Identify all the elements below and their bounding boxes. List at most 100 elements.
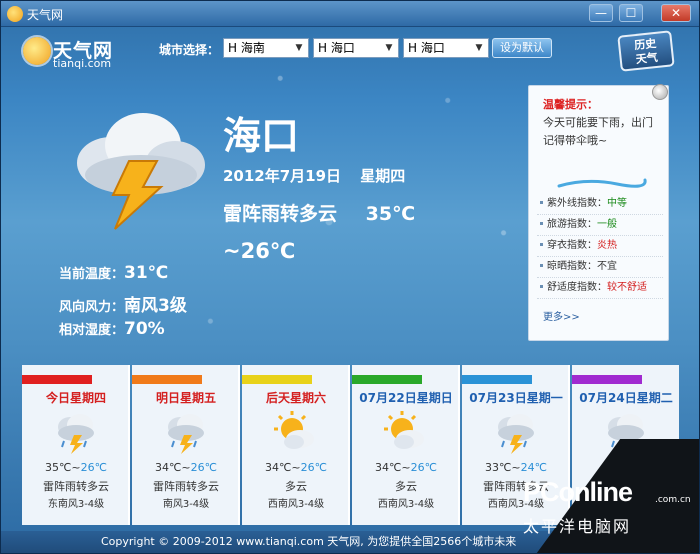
index-name: 旅游指数： [547, 219, 597, 230]
day-label: 后天星期六 [265, 391, 326, 405]
watermark-cn: 太平洋电脑网 [523, 517, 632, 536]
chevron-down-icon: ▼ [475, 43, 483, 53]
day-temps: 34℃~26℃ [132, 461, 240, 474]
bullet-icon [540, 242, 543, 246]
index-item[interactable]: 紫外线指数：中等 [537, 194, 663, 215]
day-color-bar [352, 375, 422, 384]
watermark-brand: PConline [523, 477, 633, 507]
day-high: 34℃~ [265, 461, 301, 474]
current-high: 35℃ [365, 203, 416, 225]
index-item[interactable]: 舒适度指数：较不舒适 [537, 278, 663, 299]
province-value: H 海南 [228, 41, 265, 55]
current-stats: 当前温度：31℃ 风向风力：南风3级 相对湿度：70% [59, 263, 187, 347]
minimize-button[interactable]: — [589, 4, 613, 22]
day-temps: 34℃~26℃ [352, 461, 460, 474]
bullet-icon [540, 284, 543, 288]
chevron-down-icon: ▼ [385, 43, 393, 53]
day-high: 35℃~ [45, 461, 81, 474]
pconline-watermark: PConline .com.cn 太平洋电脑网 [499, 439, 699, 553]
day-color-bar [22, 375, 92, 384]
day-temps: 35℃~26℃ [22, 461, 130, 474]
stat-row: 风向风力：南风3级 [59, 291, 187, 319]
day-condition: 多云 [285, 480, 307, 493]
forecast-day[interactable]: 明日星期五 34℃~26℃ 雷阵雨转多云 南风3-4级 [132, 365, 240, 525]
day-low: 26℃ [190, 461, 217, 474]
day-color-bar [242, 375, 312, 384]
bullet-icon [540, 200, 543, 204]
stat-value: 70% [124, 319, 165, 339]
current-date: 2012年7月19日 [223, 167, 342, 185]
thunder-rain-icon [168, 414, 204, 454]
current-low: ~26℃ [223, 239, 296, 263]
title-bar[interactable]: 天气网 — ☐ ✕ [1, 1, 699, 27]
more-link[interactable]: 更多>> [543, 308, 580, 323]
district-select[interactable]: H 海口 ▼ [403, 38, 489, 58]
index-name: 穿衣指数： [547, 240, 597, 251]
current-weekday: 星期四 [360, 167, 406, 185]
window-title: 天气网 [27, 8, 64, 22]
day-wind: 东南风3-4级 [47, 499, 105, 510]
day-low: 26℃ [80, 461, 107, 474]
thunder-cloud-icon [77, 113, 205, 230]
index-name: 舒适度指数： [547, 282, 607, 293]
thunder-rain-icon [58, 414, 94, 454]
stat-row: 当前温度：31℃ [59, 263, 187, 291]
tip-text: 今天可能要下雨，出门记得带伞哦~ [543, 116, 653, 147]
day-wind: 西南风3-4级 [267, 499, 325, 510]
index-item[interactable]: 旅游指数：一般 [537, 215, 663, 236]
day-high: 34℃~ [155, 461, 191, 474]
tip-panel: 温馨提示： 今天可能要下雨，出门记得带伞哦~ 紫外线指数：中等 旅游指数：一般 … [528, 84, 669, 341]
day-label: 明日星期五 [155, 391, 216, 405]
day-color-bar [132, 375, 202, 384]
day-label: 07月24日星期二 [579, 391, 673, 405]
stat-value: 31℃ [124, 263, 169, 283]
day-low: 26℃ [300, 461, 327, 474]
condition-line: 雷阵雨转多云 35℃ [223, 199, 415, 226]
forecast-day[interactable]: 后天星期六 34℃~26℃ 多云 西南风3-4级 [242, 365, 350, 525]
logo-sun-icon [23, 37, 51, 65]
district-value: H 海口 [408, 41, 445, 55]
partly-cloudy-icon [274, 411, 314, 449]
province-select[interactable]: H 海南 ▼ [223, 38, 309, 58]
city-name: 海口 [223, 114, 300, 158]
logo-domain: tianqi.com [53, 57, 112, 70]
stat-key: 当前温度： [59, 267, 125, 282]
day-color-bar [462, 375, 532, 384]
stat-key: 相对湿度： [59, 323, 125, 338]
maximize-button[interactable]: ☐ [619, 4, 643, 22]
index-name: 紫外线指数： [547, 198, 607, 209]
pin-icon[interactable] [652, 84, 668, 100]
date-line: 2012年7月19日 星期四 [223, 165, 405, 186]
stat-value: 南风3级 [124, 296, 187, 316]
watermark-domain: .com.cn [655, 495, 691, 505]
chevron-down-icon: ▼ [295, 43, 303, 53]
history-weather-button[interactable]: 历史 天气 [617, 30, 675, 72]
partly-cloudy-icon [384, 411, 424, 449]
day-color-bar [572, 375, 642, 384]
tip-title: 温馨提示： [543, 98, 598, 111]
city-select-label: 城市选择： [159, 43, 220, 57]
index-value: 炎热 [597, 240, 617, 251]
city-select[interactable]: H 海口 ▼ [313, 38, 399, 58]
set-default-button[interactable]: 设为默认 [492, 38, 552, 58]
index-name: 晾晒指数： [547, 261, 597, 272]
day-wind: 南风3-4级 [162, 499, 210, 510]
day-high: 34℃~ [375, 461, 411, 474]
index-value: 不宜 [597, 261, 617, 272]
city-value: H 海口 [318, 41, 355, 55]
day-condition: 多云 [395, 480, 417, 493]
bullet-icon [540, 263, 543, 267]
index-item[interactable]: 穿衣指数：炎热 [537, 236, 663, 257]
index-item[interactable]: 晾晒指数：不宜 [537, 257, 663, 278]
forecast-day[interactable]: 今日星期四 35℃~26℃ 雷阵雨转多云 东南风3-4级 [22, 365, 130, 525]
day-label: 今日星期四 [45, 391, 106, 405]
close-button[interactable]: ✕ [661, 4, 691, 22]
index-list: 紫外线指数：中等 旅游指数：一般 穿衣指数：炎热 晾晒指数：不宜 舒适度指数：较… [537, 194, 663, 299]
stat-key: 风向风力： [59, 300, 125, 315]
day-label: 07月22日星期日 [359, 391, 453, 405]
squiggle-decoration [557, 178, 647, 188]
day-low: 26℃ [410, 461, 437, 474]
forecast-day[interactable]: 07月22日星期日 34℃~26℃ 多云 西南风3-4级 [352, 365, 460, 525]
day-temps: 34℃~26℃ [242, 461, 350, 474]
index-value: 一般 [597, 219, 617, 230]
